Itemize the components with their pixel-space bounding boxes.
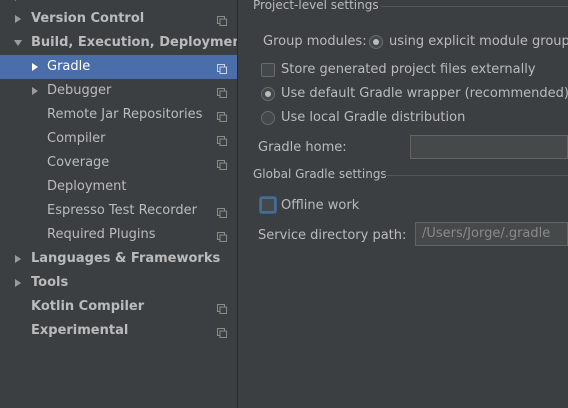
chevron-right-icon — [13, 0, 23, 2]
sidebar-item-version-control[interactable]: Version Control — [0, 7, 237, 31]
group-modules-label: Group modules: — [263, 34, 367, 49]
section-divider — [381, 6, 568, 7]
sidebar-item-label: Gradle — [47, 59, 91, 74]
section-divider — [384, 175, 568, 176]
sidebar-item-coverage[interactable]: Coverage — [0, 151, 237, 175]
store-externally-checkbox[interactable] — [261, 63, 275, 77]
sidebar-item-remote-jar-repositories[interactable]: Remote Jar Repositories — [0, 103, 237, 127]
use-local-gradle-radio[interactable] — [261, 111, 275, 125]
store-externally-label[interactable]: Store generated project files externally — [281, 62, 536, 77]
copy-settings-icon — [217, 15, 227, 26]
sidebar-item-compiler[interactable]: Compiler — [0, 127, 237, 151]
sidebar-item-label: Version Control — [31, 11, 145, 26]
sidebar-item-label: Compiler — [47, 131, 106, 146]
copy-settings-icon — [217, 63, 227, 74]
sidebar-item-label: Required Plugins — [47, 227, 156, 242]
use-gradle-wrapper-radio[interactable] — [261, 87, 275, 101]
chevron-right-icon — [13, 254, 23, 264]
section-title-global-gradle: Global Gradle settings — [253, 167, 387, 181]
service-directory-field[interactable]: /Users/Jorge/.gradle — [415, 222, 568, 246]
offline-work-checkbox[interactable] — [260, 197, 276, 213]
sidebar-item-label: Languages & Frameworks — [31, 251, 221, 266]
copy-settings-icon — [217, 207, 227, 218]
sidebar-item-label: Deployment — [47, 179, 127, 194]
sidebar-item-label: Coverage — [47, 155, 110, 170]
sidebar-item-label: Espresso Test Recorder — [47, 203, 197, 218]
sidebar-item-debugger[interactable]: Debugger — [0, 79, 237, 103]
gradle-home-field[interactable] — [410, 135, 568, 159]
copy-settings-icon — [217, 327, 227, 338]
settings-sidebar: Version Control Build, Execution, Deploy… — [0, 0, 248, 408]
sidebar-item-experimental[interactable]: Experimental — [0, 319, 237, 343]
section-title-project-level: Project-level settings — [253, 0, 379, 12]
copy-settings-icon — [217, 159, 227, 170]
sidebar-item-languages-frameworks[interactable]: Languages & Frameworks — [0, 247, 237, 271]
sidebar-item-build-execution-deployment[interactable]: Build, Execution, Deployment — [0, 31, 248, 55]
use-local-gradle-label[interactable]: Use local Gradle distribution — [281, 110, 465, 125]
sidebar-item-label: Experimental — [31, 323, 129, 338]
chevron-right-icon — [30, 62, 40, 72]
group-modules-explicit-label[interactable]: using explicit module groups — [389, 34, 568, 49]
sidebar-item-label: Remote Jar Repositories — [47, 107, 203, 122]
copy-settings-icon — [217, 135, 227, 146]
sidebar-item-tools[interactable]: Tools — [0, 271, 237, 295]
offline-work-label[interactable]: Offline work — [281, 198, 359, 213]
sidebar-item-deployment[interactable]: Deployment — [0, 175, 237, 199]
sidebar-item-label: Build, Execution, Deployment — [31, 35, 248, 50]
gradle-home-label: Gradle home: — [258, 140, 347, 155]
chevron-down-icon — [13, 38, 23, 48]
sidebar-item-espresso-test-recorder[interactable]: Espresso Test Recorder — [0, 199, 237, 223]
sidebar-item-label: Debugger — [47, 83, 112, 98]
service-directory-label: Service directory path: — [258, 228, 407, 243]
sidebar-item-required-plugins[interactable]: Required Plugins — [0, 223, 237, 247]
chevron-right-icon — [13, 278, 23, 288]
sidebar-item-gradle[interactable]: Gradle — [0, 55, 237, 79]
copy-settings-icon — [217, 111, 227, 122]
copy-settings-icon — [217, 231, 227, 242]
copy-settings-icon — [217, 303, 227, 314]
sidebar-item-kotlin-compiler[interactable]: Kotlin Compiler — [0, 295, 237, 319]
sidebar-item-label: Kotlin Compiler — [31, 299, 145, 314]
chevron-right-icon — [13, 14, 23, 24]
use-gradle-wrapper-label[interactable]: Use default Gradle wrapper (recommended) — [281, 86, 568, 101]
group-modules-explicit-radio[interactable] — [369, 35, 383, 49]
chevron-right-icon — [30, 86, 40, 96]
sidebar-item-label: Tools — [31, 275, 69, 290]
gradle-settings-panel: Project-level settings Group modules: us… — [238, 0, 568, 408]
copy-settings-icon — [217, 87, 227, 98]
